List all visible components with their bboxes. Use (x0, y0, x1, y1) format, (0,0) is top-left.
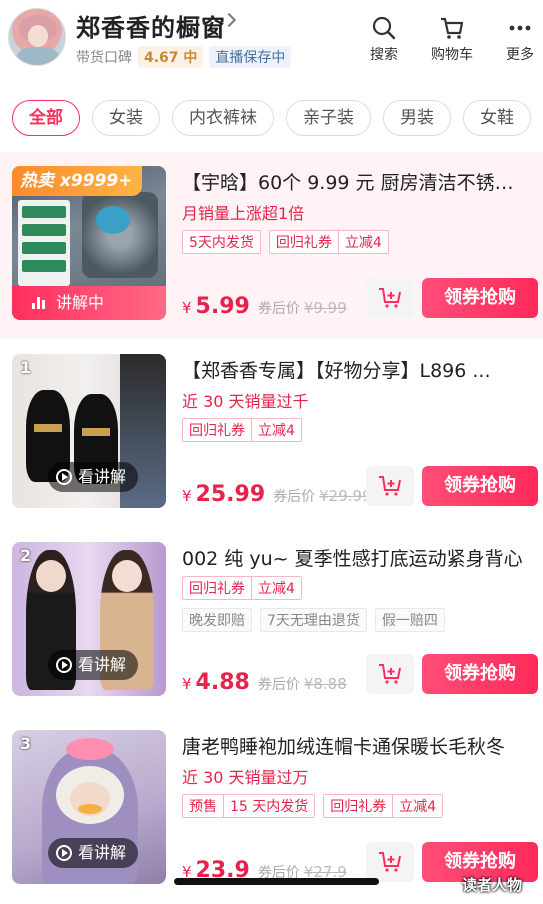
product-price: ¥25.99 券后价 ¥29.99 (182, 482, 372, 507)
more-button[interactable]: 更多 (490, 14, 543, 64)
service-tag: 晚发即赔 (182, 608, 252, 632)
product-title[interactable]: 【宇晗】60个 9.99 元 厨房清洁不锈钢丝球 (182, 168, 532, 195)
product-tags: 回归礼券 立减4 (182, 418, 302, 442)
product-tags: 5天内发货 回归礼券 立减4 (182, 230, 389, 254)
play-icon (56, 845, 72, 861)
live-icon (32, 297, 48, 309)
search-icon (372, 16, 396, 40)
product-sales-note: 近 30 天销量过千 (182, 392, 309, 411)
category-tabs: 全部 女装 内衣裤袜 亲子装 男装 女鞋 (12, 100, 531, 138)
add-cart-icon (379, 476, 401, 496)
home-indicator[interactable] (174, 878, 379, 885)
product-image[interactable]: 1 看讲解 (12, 354, 166, 508)
product-sales-note: 近 30 天销量过万 (182, 768, 309, 787)
product-title[interactable]: 002 纯 yu~ 夏季性感打底运动紧身背心 (182, 544, 532, 571)
add-to-cart-button[interactable] (366, 842, 414, 882)
shipping-tag: 5天内发货 (182, 230, 261, 254)
product-image[interactable]: 2 看讲解 (12, 542, 166, 696)
tab-underwear[interactable]: 内衣裤袜 (172, 100, 274, 136)
add-cart-icon (379, 288, 401, 308)
add-cart-icon (379, 664, 401, 684)
product-card[interactable]: 1 看讲解 【郑香香专属】【好物分享】L896 ... 近 30 天销量过千 回… (0, 340, 543, 526)
watch-explain-button[interactable]: 看讲解 (48, 838, 139, 868)
claim-coupon-buy-button[interactable]: 领券抢购 (422, 466, 538, 506)
play-icon (56, 657, 72, 673)
avatar[interactable] (8, 8, 66, 66)
service-tags: 晚发即赔 7天无理由退货 假一赔四 (182, 608, 445, 632)
coupon-tag: 回归礼券 立减4 (182, 576, 302, 600)
live-save-badge: 直播保存中 (209, 46, 292, 68)
watch-explain-button[interactable]: 看讲解 (48, 462, 139, 492)
shop-title[interactable]: 郑香香的橱窗 (76, 8, 226, 43)
rank-number: 3 (20, 734, 32, 753)
cart-label: 购物车 (431, 47, 473, 63)
presale-tag: 预售 15 天内发货 (182, 794, 316, 818)
add-to-cart-button[interactable] (366, 466, 414, 506)
product-title[interactable]: 【郑香香专属】【好物分享】L896 ... (182, 356, 532, 383)
search-label: 搜索 (370, 47, 398, 63)
product-image[interactable]: 热卖 x9999+ 讲解中 (12, 166, 166, 320)
product-card[interactable]: 2 看讲解 002 纯 yu~ 夏季性感打底运动紧身背心 回归礼券 立减4 晚发即… (0, 528, 543, 714)
watch-explain-button[interactable]: 看讲解 (48, 650, 139, 680)
play-icon (56, 469, 72, 485)
shop-header: 郑香香的橱窗 带货口碑 4.67 中 直播保存中 搜索 购物车 更多 (0, 0, 543, 82)
product-tags: 预售 15 天内发货 回归礼券 立减4 (182, 794, 444, 818)
coupon-tag: 回归礼券 立减4 (323, 794, 444, 818)
cart-button[interactable]: 购物车 (422, 14, 482, 64)
watermark: 读者人物 (462, 876, 523, 894)
coupon-tag: 回归礼券 立减4 (182, 418, 302, 442)
service-tag: 假一赔四 (374, 608, 445, 632)
add-to-cart-button[interactable] (366, 278, 414, 318)
reputation-label: 带货口碑 (76, 50, 132, 66)
more-icon (509, 25, 531, 31)
product-sales-note: 月销量上涨超1倍 (182, 204, 305, 223)
rank-number: 2 (20, 546, 32, 565)
product-price: ¥5.99 券后价 ¥9.99 (182, 294, 347, 319)
coupon-tag: 回归礼券 立减4 (268, 230, 389, 254)
tab-all[interactable]: 全部 (12, 100, 80, 136)
tab-womens-shoes[interactable]: 女鞋 (463, 100, 531, 136)
more-label: 更多 (506, 47, 534, 63)
tab-womens[interactable]: 女装 (92, 100, 160, 136)
add-to-cart-button[interactable] (366, 654, 414, 694)
tab-mens[interactable]: 男装 (383, 100, 451, 136)
claim-coupon-buy-button[interactable]: 领券抢购 (422, 654, 538, 694)
service-tag: 7天无理由退货 (260, 608, 367, 632)
shop-meta: 带货口碑 4.67 中 直播保存中 (76, 46, 292, 68)
product-title[interactable]: 唐老鸭睡袍加绒连帽卡通保暖长毛秋冬 (182, 732, 532, 759)
cart-icon (441, 17, 464, 39)
reputation-score[interactable]: 4.67 中 (138, 46, 204, 68)
hot-sale-badge: 热卖 x9999+ (12, 166, 143, 196)
product-tags: 回归礼券 立减4 (182, 576, 302, 600)
product-price: ¥4.88 券后价 ¥8.88 (182, 670, 347, 695)
add-cart-icon (379, 852, 401, 872)
search-button[interactable]: 搜索 (354, 14, 414, 64)
product-card[interactable]: 热卖 x9999+ 讲解中 【宇晗】60个 9.99 元 厨房清洁不锈钢丝球 月… (0, 152, 543, 338)
tab-family[interactable]: 亲子装 (286, 100, 371, 136)
product-image[interactable]: 3 看讲解 (12, 730, 166, 884)
claim-coupon-buy-button[interactable]: 领券抢购 (422, 278, 538, 318)
rank-number: 1 (20, 358, 32, 377)
